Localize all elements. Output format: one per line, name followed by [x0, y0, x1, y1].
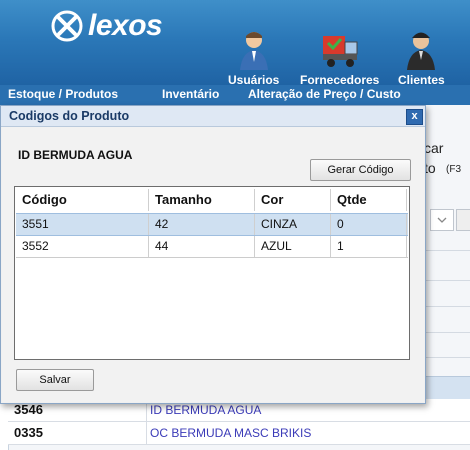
column-header-cor[interactable]: Cor	[255, 189, 331, 211]
menu-item-inventario[interactable]: Inventário	[162, 87, 219, 101]
app-header: lexos Usuários Fornecedores Clientes	[0, 0, 470, 87]
divider	[146, 422, 147, 444]
app-logo: lexos	[50, 8, 163, 44]
divider	[422, 332, 470, 333]
row-description: ID BERMUDA AGUA	[150, 403, 262, 417]
grid-header-row: Código Tamanho Cor Qtde	[16, 189, 408, 211]
dialog-title: Codigos do Produto	[9, 109, 130, 123]
column-header-tamanho[interactable]: Tamanho	[149, 189, 255, 211]
divider	[422, 306, 470, 307]
cell-tamanho: 44	[149, 236, 255, 257]
row-description: OC BERMUDA MASC BRIKIS	[150, 426, 312, 440]
background-shortcut: (F3	[446, 164, 461, 175]
row-code: 3546	[14, 402, 43, 417]
cell-cor: AZUL	[255, 236, 331, 257]
close-icon: x	[411, 110, 418, 122]
chevron-down-icon	[437, 217, 447, 223]
close-button[interactable]: x	[406, 109, 423, 125]
background-dropdown[interactable]	[430, 209, 454, 231]
generate-code-button[interactable]: Gerar Código	[310, 159, 411, 181]
row-code: 0335	[14, 425, 43, 440]
column-header-qtde[interactable]: Qtde	[331, 189, 407, 211]
background-field[interactable]	[456, 209, 470, 231]
divider	[422, 250, 470, 251]
cell-qtde: 1	[331, 236, 407, 257]
lexos-logo-icon	[51, 10, 83, 42]
table-row-selected[interactable]: 3551 42 CINZA 0	[16, 213, 408, 236]
cell-codigo: 3552	[16, 236, 149, 257]
menu-item-estoque[interactable]: Estoque / Produtos	[8, 87, 118, 101]
toolbar-button-usuarios[interactable]: Usuários	[228, 28, 279, 87]
truck-icon	[322, 36, 358, 67]
cell-tamanho: 42	[149, 214, 255, 235]
cell-codigo: 3551	[16, 214, 149, 235]
main-menu-bar: Estoque / Produtos Inventário Alteração …	[0, 85, 470, 106]
menu-item-alteracao-preco[interactable]: Alteração de Preço / Custo	[248, 87, 401, 101]
dialog-titlebar[interactable]: Codigos do Produto x	[1, 106, 425, 127]
table-row[interactable]: 0335 OC BERMUDA MASC BRIKIS	[8, 422, 470, 445]
cell-qtde: 0	[331, 214, 407, 235]
user-icon	[239, 32, 268, 70]
codes-grid: Código Tamanho Cor Qtde 3551 42 CINZA 0 …	[14, 186, 410, 360]
brand-name: lexos	[88, 9, 163, 42]
client-icon	[407, 32, 436, 70]
product-name: ID BERMUDA AGUA	[18, 148, 133, 162]
cell-cor: CINZA	[255, 214, 331, 235]
toolbar-button-fornecedores[interactable]: Fornecedores	[300, 28, 379, 87]
background-label: car	[424, 140, 444, 156]
table-row[interactable]: 3552 44 AZUL 1	[16, 236, 408, 258]
divider	[422, 280, 470, 281]
toolbar-button-clientes[interactable]: Clientes	[398, 28, 445, 87]
divider	[422, 357, 470, 358]
save-button[interactable]: Salvar	[16, 369, 94, 391]
column-header-codigo[interactable]: Código	[16, 189, 149, 211]
